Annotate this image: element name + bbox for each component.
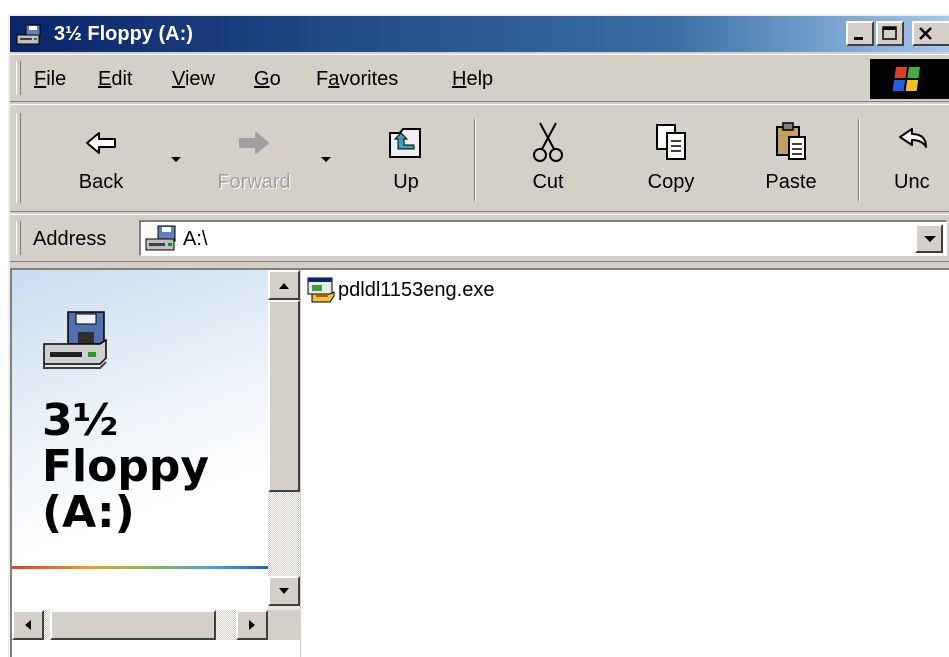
address-label: Address — [33, 228, 107, 250]
minimize-icon — [854, 37, 863, 40]
menu-go[interactable]: Go — [254, 67, 281, 91]
address-dropdown-button[interactable] — [915, 224, 943, 253]
undo-button[interactable]: Unc — [880, 119, 949, 201]
maximize-icon — [882, 26, 897, 40]
decorative-divider — [12, 566, 268, 569]
back-button[interactable]: Back — [64, 119, 138, 201]
paste-label: Paste — [765, 171, 817, 193]
maximize-button[interactable] — [876, 21, 904, 46]
forward-label: Forward — [217, 171, 291, 193]
toolbar-separator — [858, 119, 860, 201]
address-bar: Address A:\ — [10, 214, 949, 262]
address-input[interactable]: A:\ — [139, 220, 947, 256]
copy-label: Copy — [647, 171, 695, 193]
scissors-icon — [518, 119, 578, 165]
menu-favorites[interactable]: Favorites — [316, 67, 398, 91]
chevron-down-icon — [924, 236, 936, 242]
up-button[interactable]: Up — [376, 119, 436, 201]
window-title: 3½ Floppy (A:) — [54, 23, 193, 45]
cut-button[interactable]: Cut — [518, 119, 578, 201]
title-bar[interactable]: 3½ Floppy (A:) — [10, 16, 949, 52]
web-view-pane: 3½ Floppy (A:) — [12, 270, 301, 657]
minimize-button[interactable] — [846, 21, 874, 46]
back-dropdown-icon[interactable] — [171, 157, 181, 162]
address-value: A:\ — [183, 228, 208, 250]
toolbar-grip[interactable] — [16, 113, 21, 203]
menu-file[interactable]: File — [34, 67, 66, 91]
standard-toolbar: Back Forward Up Cut Copy Paste Unc — [10, 104, 949, 212]
scroll-left-button[interactable] — [12, 610, 44, 640]
horizontal-scroll-thumb[interactable] — [50, 610, 216, 640]
forward-arrow-icon — [204, 119, 304, 165]
undo-icon — [880, 119, 949, 165]
paste-button[interactable]: Paste — [758, 119, 824, 201]
drive-heading: 3½ Floppy (A:) — [42, 398, 209, 536]
close-icon — [919, 27, 932, 40]
content-area: 3½ Floppy (A:) pdldl1153eng.exe — [10, 268, 949, 657]
scroll-down-button[interactable] — [268, 576, 300, 606]
web-view-panel: 3½ Floppy (A:) — [12, 270, 268, 628]
menu-grip[interactable] — [16, 61, 21, 95]
forward-button[interactable]: Forward — [204, 119, 304, 201]
drive-heading-line: Floppy — [42, 441, 210, 492]
scrollbar-corner — [268, 610, 300, 640]
scroll-right-button[interactable] — [236, 610, 268, 640]
forward-dropdown-icon[interactable] — [321, 157, 331, 162]
up-label: Up — [393, 171, 419, 193]
drive-heading-line: (A:) — [42, 487, 135, 538]
back-arrow-icon — [64, 119, 138, 165]
close-button[interactable] — [912, 21, 949, 46]
floppy-drive-icon — [145, 225, 177, 258]
drive-heading-line: 3½ — [42, 395, 119, 446]
cut-label: Cut — [532, 171, 564, 193]
installer-exe-icon — [306, 276, 336, 309]
scroll-up-button[interactable] — [268, 270, 300, 300]
address-grip[interactable] — [16, 221, 21, 255]
vertical-scroll-thumb[interactable] — [268, 300, 300, 492]
paste-icon — [758, 119, 824, 165]
vertical-scrollbar[interactable] — [268, 270, 300, 610]
menu-edit[interactable]: Edit — [98, 67, 132, 91]
horizontal-scrollbar[interactable] — [12, 610, 268, 640]
toolbar-separator — [474, 119, 476, 201]
explorer-window: 3½ Floppy (A:) File Edit View Go Favorit… — [8, 14, 949, 657]
copy-button[interactable]: Copy — [638, 119, 704, 201]
menu-help[interactable]: Help — [452, 67, 493, 91]
floppy-drive-icon — [16, 24, 42, 46]
menu-bar: File Edit View Go Favorites Help — [10, 54, 949, 102]
undo-label: Unc — [894, 171, 930, 193]
triangle-up-icon — [279, 283, 289, 289]
file-name: pdldl1153eng.exe — [338, 279, 495, 301]
triangle-right-icon — [249, 620, 255, 630]
triangle-left-icon — [25, 620, 31, 630]
menu-view[interactable]: View — [172, 67, 215, 91]
triangle-down-icon — [279, 588, 289, 594]
copy-icon — [638, 119, 704, 165]
back-label: Back — [78, 171, 124, 193]
floppy-drive-large-icon — [40, 310, 110, 379]
windows-logo-icon — [870, 59, 949, 99]
up-folder-icon — [376, 119, 436, 165]
